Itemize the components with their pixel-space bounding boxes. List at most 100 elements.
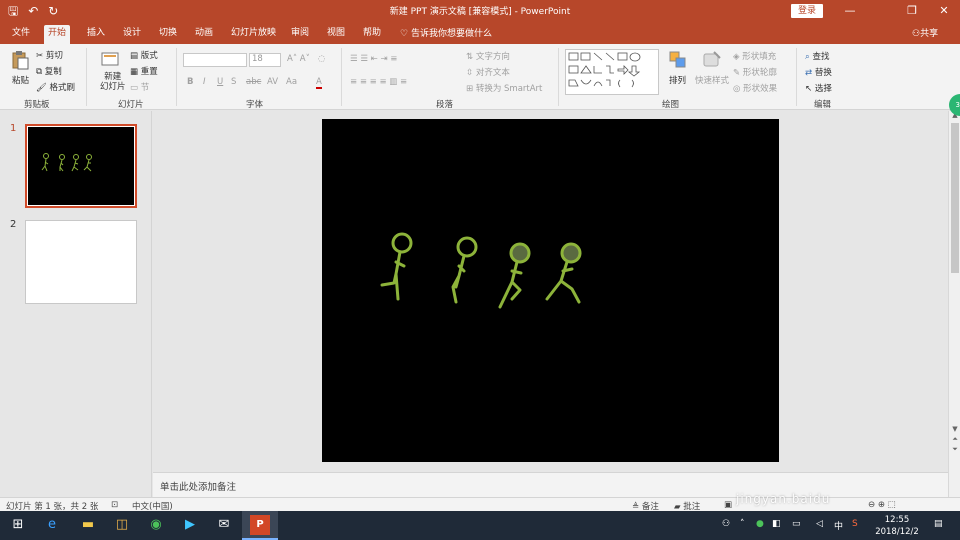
restore-button[interactable]: ❐ — [898, 2, 926, 20]
quick-styles-icon[interactable] — [702, 50, 722, 70]
layout-label: 版式 — [140, 51, 158, 61]
section-button[interactable]: ▭ 节 — [130, 81, 149, 93]
stick-figures-animation[interactable] — [322, 119, 779, 462]
people-icon[interactable]: ⚇ — [722, 519, 730, 529]
prev-slide-icon[interactable]: ⏶ — [949, 435, 960, 445]
smartart-icon: ⊞ — [466, 84, 476, 94]
tab-help[interactable]: 帮助 — [359, 25, 385, 44]
vertical-scrollbar[interactable]: ▲ ▼ ⏶ ⏷ — [948, 111, 960, 497]
arrange-icon[interactable] — [668, 50, 688, 70]
shape-outline-button[interactable]: ✎ 形状轮廓 — [733, 66, 777, 78]
tab-transitions[interactable]: 切换 — [155, 25, 181, 44]
mail-icon[interactable]: ✉ — [214, 515, 234, 535]
sogou-ime-icon[interactable]: S — [852, 519, 858, 529]
select-button[interactable]: ↖ 选择 — [805, 82, 832, 94]
browser-icon[interactable]: ◉ — [146, 515, 166, 535]
tab-home[interactable]: 开始 — [44, 25, 71, 44]
scissors-icon: ✂ — [36, 51, 46, 61]
reset-button[interactable]: ▦ 重置 — [130, 65, 158, 77]
shadow-button[interactable]: S — [231, 77, 236, 87]
scroll-down-icon[interactable]: ▼ — [949, 425, 960, 435]
file-explorer-icon[interactable]: ▬ — [78, 515, 98, 535]
slide-thumbnail-1[interactable] — [25, 124, 137, 208]
system-clock[interactable]: 12:55 2018/12/2 — [874, 514, 920, 538]
new-slide-icon[interactable] — [100, 50, 120, 70]
tab-slideshow[interactable]: 幻灯片放映 — [227, 25, 280, 44]
arrange-button[interactable]: 排列 — [669, 74, 686, 86]
divider — [558, 48, 559, 106]
layout-icon: ▤ — [130, 51, 141, 61]
quick-styles-button[interactable]: 快速样式 — [695, 74, 729, 86]
lightbulb-icon: ♡ — [400, 29, 411, 39]
minimize-button[interactable]: — — [836, 2, 864, 20]
tray-app-icon[interactable]: ● — [756, 519, 764, 529]
font-group-label: 字体 — [246, 100, 264, 110]
tab-design[interactable]: 设计 — [119, 25, 145, 44]
tray-chevron-icon[interactable]: ˄ — [740, 519, 745, 529]
copy-button[interactable]: ⧉ 复制 — [36, 65, 62, 77]
effects-icon: ◎ — [733, 84, 744, 94]
shapes-gallery[interactable] — [565, 49, 659, 95]
font-color-button[interactable]: A — [316, 77, 322, 89]
bullets-icon[interactable]: ☰ ☰ ⇤ ⇥ ≡ — [350, 54, 397, 64]
share-button[interactable]: ⚇共享 — [912, 26, 938, 39]
tab-file[interactable]: 文件 — [8, 25, 34, 44]
edge-browser-icon[interactable]: e — [42, 515, 62, 535]
paste-icon[interactable] — [10, 50, 30, 70]
char-spacing-icon[interactable]: AV — [267, 77, 278, 87]
replace-button[interactable]: ⇄ 替换 — [805, 66, 832, 78]
tab-view[interactable]: 视图 — [323, 25, 349, 44]
next-slide-icon[interactable]: ⏷ — [949, 445, 960, 455]
notification-icon[interactable]: ▤ — [934, 519, 943, 529]
windows-start-icon[interactable]: ⊞ — [8, 515, 28, 535]
bold-button[interactable]: B — [187, 77, 193, 87]
zoom-controls[interactable]: ⊖ ⊕ ⬚ — [868, 500, 896, 510]
underline-button[interactable]: U — [217, 77, 223, 87]
shape-fill-button[interactable]: ◈ 形状填充 — [733, 50, 776, 62]
select-label: 选择 — [814, 84, 832, 94]
store-icon[interactable]: ◫ — [112, 515, 132, 535]
windows-taskbar: ⊞ e ▬ ◫ ◉ ▶ ✉ P ⚇ ˄ ● ◧ ▭ ◁ 中 S 12:55 20… — [0, 511, 960, 540]
volume-icon[interactable]: ◁ — [816, 519, 823, 529]
tab-review[interactable]: 审阅 — [287, 25, 313, 44]
cut-button[interactable]: ✂ 剪切 — [36, 49, 63, 61]
slide-thumbnail-pane: 1 2 — [0, 111, 152, 497]
format-painter-button[interactable]: 🖌 格式刷 — [36, 81, 75, 93]
thumbnail-number-1: 1 — [10, 123, 17, 134]
clear-format-icon[interactable]: ◌ — [318, 54, 325, 64]
thumbnail-number-2: 2 — [10, 219, 17, 230]
new-slide-label-1: 新建 — [104, 72, 122, 82]
font-size-box[interactable]: 18 — [249, 53, 281, 67]
spellcheck-icon[interactable]: ⊡ — [111, 500, 118, 510]
paste-button[interactable]: 粘贴 — [12, 74, 29, 86]
slide-canvas[interactable] — [322, 119, 779, 462]
change-case-button[interactable]: Aa — [286, 77, 297, 87]
scrollbar-thumb[interactable] — [951, 123, 959, 273]
tell-me-search[interactable]: ♡ 告诉我你想要做什么 — [400, 26, 492, 39]
italic-button[interactable]: I — [203, 77, 206, 87]
new-slide-button[interactable]: 新建 幻灯片 — [100, 72, 126, 92]
powerpoint-icon[interactable]: P — [250, 515, 270, 535]
strikethrough-button[interactable]: abc — [246, 77, 261, 87]
battery-icon[interactable]: ▭ — [792, 519, 801, 529]
tab-animations[interactable]: 动画 — [191, 25, 217, 44]
shape-effects-button[interactable]: ◎ 形状效果 — [733, 82, 777, 94]
align-icons[interactable]: ≡ ≡ ≡ ≡ ▥ ≡ — [350, 77, 407, 87]
slide-thumbnail-2[interactable] — [25, 220, 137, 304]
login-button[interactable]: 登录 — [791, 4, 823, 18]
grow-font-icon[interactable]: A˄ A˅ — [287, 54, 310, 64]
video-player-icon[interactable]: ▶ — [180, 515, 200, 535]
font-name-box[interactable] — [183, 53, 247, 67]
title-bar: 🖫 ↶ ↻ 新建 PPT 演示文稿 [兼容模式] - PowerPoint 登录… — [0, 0, 960, 22]
align-text-button[interactable]: ⇳ 对齐文本 — [466, 66, 510, 78]
network-icon[interactable]: ◧ — [772, 519, 781, 529]
editing-group-label: 编辑 — [814, 100, 832, 110]
ime-indicator[interactable]: 中 — [834, 519, 843, 532]
tab-insert[interactable]: 插入 — [83, 25, 109, 44]
normal-view-icon[interactable]: ▣ — [724, 500, 732, 510]
close-button[interactable]: ✕ — [930, 2, 958, 20]
smartart-button[interactable]: ⊞ 转换为 SmartArt — [466, 82, 542, 94]
find-button[interactable]: ⌕ 查找 — [805, 50, 829, 62]
layout-button[interactable]: ▤ 版式 — [130, 49, 158, 61]
text-direction-button[interactable]: ⇅ 文字方向 — [466, 50, 510, 62]
